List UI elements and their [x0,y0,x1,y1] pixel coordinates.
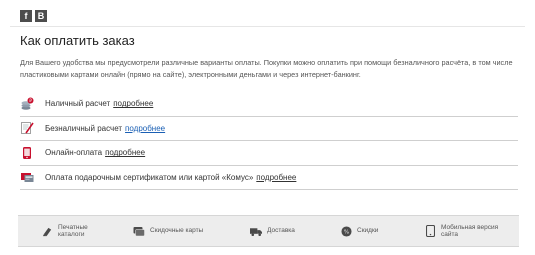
footer-label-line1: Печатные [58,223,88,231]
payment-method-cash: ₽ Наличный расчет подробнее [20,91,518,117]
vk-icon[interactable]: В [35,10,47,22]
payment-method-label: Безналичный расчет [45,123,123,133]
footer-label-line1: Мобильная версия [441,223,499,231]
gift-card-icon [20,170,34,184]
payment-method-online: Онлайн-оплата подробнее [20,141,518,166]
facebook-icon[interactable]: f [20,10,32,22]
payment-method-cashless: Безналичный расчет подробнее [20,117,518,141]
payment-method-label: Онлайн-оплата [45,148,103,158]
footer-label-line2: каталоги [58,231,85,238]
footer-item-label: Скидки [357,227,379,235]
footer-item-label: Доставка [267,227,295,235]
payment-method-gift-card: Оплата подарочным сертификатом или карто… [20,166,518,190]
catalog-icon [41,225,53,237]
payment-method-label: Оплата подарочным сертификатом или карто… [45,172,254,182]
footer-item-label: Мобильная версия сайта [441,224,498,239]
discount-badge-icon: % [340,225,352,237]
footer-item-label: Печатные каталоги [58,224,88,239]
details-link[interactable]: подробнее [125,124,165,133]
details-link[interactable]: подробнее [113,99,153,108]
footer-nav: Печатные каталоги Скидочные карты Доставк… [18,215,519,247]
social-links: f В [20,10,47,22]
footer-label-line2: сайта [441,231,459,238]
intro-text: Для Вашего удобства мы предусмотрели раз… [20,58,513,79]
footer-item-discount-cards[interactable]: Скидочные карты [133,216,203,246]
details-link[interactable]: подробнее [105,148,145,157]
mobile-payment-icon [20,146,34,160]
footer-item-delivery[interactable]: Доставка [250,216,295,246]
invoice-pen-icon [20,121,34,135]
page-title: Как оплатить заказ [20,33,135,48]
discount-card-icon [133,225,145,237]
truck-icon [250,225,262,237]
divider [10,26,525,27]
cash-coins-icon: ₽ [20,97,34,111]
payment-methods-list: ₽ Наличный расчет подробнее Безналичный … [20,91,518,190]
footer-item-catalogs[interactable]: Печатные каталоги [41,216,88,246]
footer-item-discounts[interactable]: % Скидки [340,216,378,246]
mobile-icon [424,225,436,237]
svg-text:₽: ₽ [29,98,32,103]
details-link[interactable]: подробнее [256,173,296,182]
footer-item-label: Скидочные карты [150,227,204,235]
svg-text:%: % [343,229,348,235]
payment-method-label: Наличный расчет [45,99,111,109]
footer-item-mobile-version[interactable]: Мобильная версия сайта [424,216,498,246]
